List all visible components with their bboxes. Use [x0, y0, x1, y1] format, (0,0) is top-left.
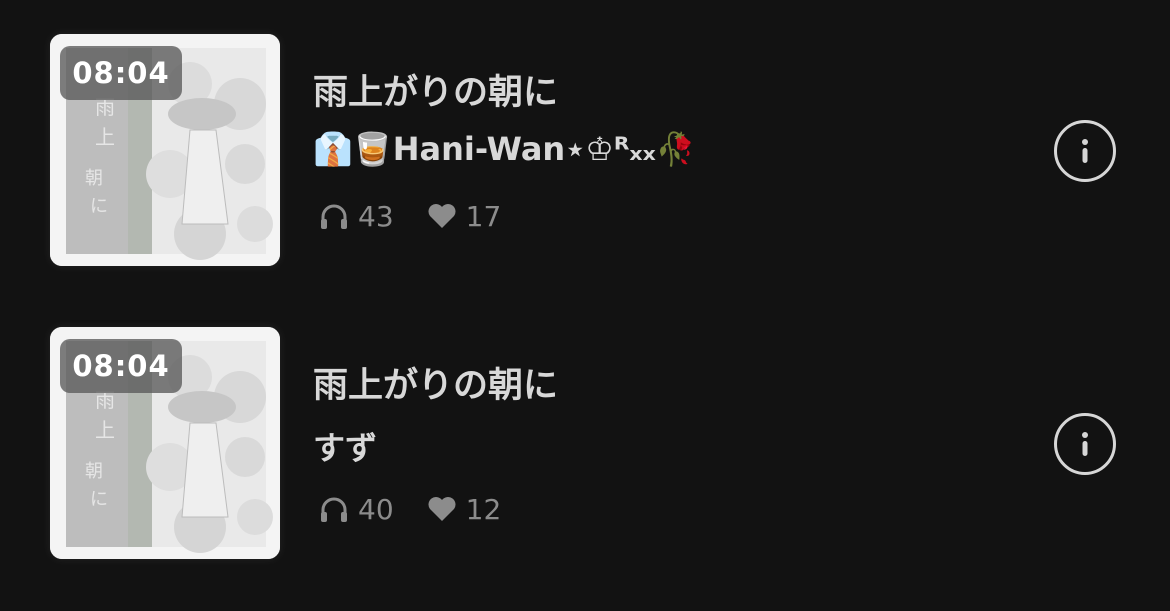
plays-stat: 43	[318, 200, 394, 233]
track-stats: 43 17	[318, 199, 502, 233]
svg-text:に: に	[90, 196, 108, 217]
plays-count: 40	[358, 492, 394, 526]
track-title[interactable]: 雨上がりの朝に	[313, 64, 558, 115]
track-stats: 40 12	[318, 492, 502, 526]
headphones-icon	[321, 204, 347, 229]
svg-text:朝: 朝	[85, 168, 103, 189]
track-item[interactable]: 雨 上 朝 に 08:04 雨上がりの朝に すず 40 12	[0, 327, 1170, 567]
duration-badge: 08:04	[60, 46, 182, 100]
heart-icon	[428, 204, 456, 228]
track-item[interactable]: 雨 上 朝 に 08:04 雨上がりの朝に 👔🥃Hani-Wan⋆♔ᴿₓₓ🥀 4…	[0, 34, 1170, 274]
likes-stat: 12	[426, 492, 502, 526]
duration-badge: 08:04	[60, 339, 182, 393]
plays-stat: 40	[318, 493, 394, 526]
info-button[interactable]	[1054, 120, 1116, 182]
svg-text:朝: 朝	[85, 461, 103, 482]
track-artist[interactable]: 👔🥃Hani-Wan⋆♔ᴿₓₓ🥀	[313, 130, 696, 168]
likes-count: 17	[465, 199, 502, 233]
plays-count: 43	[358, 199, 394, 233]
track-title[interactable]: 雨上がりの朝に	[313, 357, 558, 408]
track-list: 雨 上 朝 に 08:04 雨上がりの朝に 👔🥃Hani-Wan⋆♔ᴿₓₓ🥀 4…	[0, 0, 1170, 611]
svg-text:上: 上	[95, 418, 115, 442]
info-icon	[1082, 139, 1088, 163]
svg-text:上: 上	[95, 125, 115, 149]
likes-stat: 17	[426, 199, 502, 233]
headphones-icon	[321, 497, 347, 522]
track-artist[interactable]: すず	[313, 423, 377, 469]
info-icon	[1082, 432, 1088, 456]
svg-text:に: に	[90, 489, 108, 510]
info-button[interactable]	[1054, 413, 1116, 475]
heart-icon	[428, 497, 456, 521]
likes-count: 12	[465, 492, 502, 526]
